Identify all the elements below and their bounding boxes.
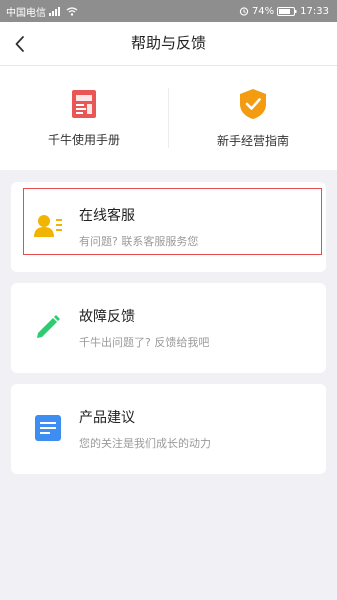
document-icon	[33, 413, 63, 443]
guide-link[interactable]: 新手经营指南	[169, 66, 337, 170]
signal-icon	[49, 6, 63, 16]
manual-label: 千牛使用手册	[47, 132, 120, 147]
manual-link[interactable]: 千牛使用手册	[0, 66, 168, 170]
carrier-label: 中国电信	[6, 7, 46, 19]
page-title: 帮助与反馈	[130, 34, 206, 52]
quick-links: 千牛使用手册 新手经营指南	[0, 66, 337, 170]
battery-percent: 74%	[251, 5, 275, 17]
manual-icon	[71, 89, 97, 123]
status-bar: 中国电信 74% 17:33	[0, 0, 337, 22]
alarm-icon	[239, 6, 249, 16]
card-title: 产品建议	[79, 410, 135, 426]
card-subtitle: 有问题? 联系客服服务您	[79, 235, 199, 248]
fault-feedback-card[interactable]: 故障反馈 千牛出问题了? 反馈给我吧	[11, 283, 326, 373]
product-suggestion-card[interactable]: 产品建议 您的关注是我们成长的动力	[11, 384, 326, 474]
guide-label: 新手经营指南	[216, 133, 289, 148]
card-subtitle: 您的关注是我们成长的动力	[79, 437, 211, 450]
battery-icon	[277, 6, 297, 16]
card-title: 故障反馈	[79, 309, 135, 325]
wifi-icon	[66, 6, 78, 16]
guide-shield-icon	[239, 88, 267, 124]
card-title: 在线客服	[79, 208, 135, 224]
online-service-card[interactable]: 在线客服 有问题? 联系客服服务您	[11, 182, 326, 272]
pencil-icon	[33, 312, 63, 342]
customer-service-icon	[33, 211, 63, 241]
clock: 17:33	[300, 5, 329, 17]
app-header: 帮助与反馈	[0, 22, 337, 66]
card-subtitle: 千牛出问题了? 反馈给我吧	[79, 336, 210, 349]
